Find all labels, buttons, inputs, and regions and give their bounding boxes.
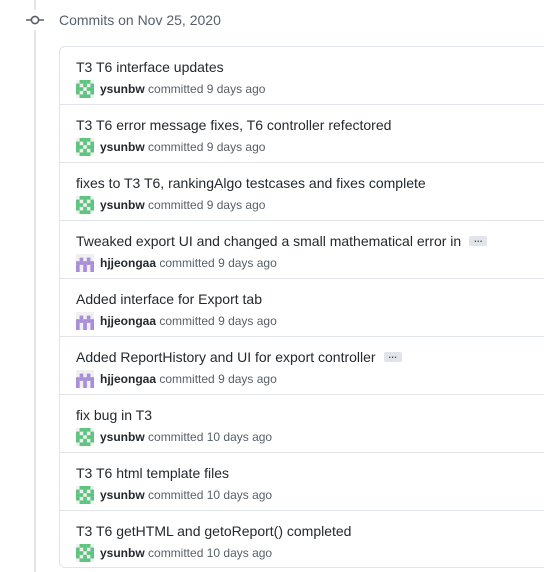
avatar[interactable]: [76, 543, 94, 562]
commit-relative-time: 9 days ago: [218, 314, 277, 328]
avatar[interactable]: [76, 427, 94, 446]
commit-title-container: Tweaked export UI and changed a small ma…: [76, 232, 488, 250]
expand-message-button[interactable]: …: [383, 351, 402, 363]
commit-verb: committed: [148, 140, 204, 154]
commit-author-link[interactable]: ysunbw: [100, 488, 145, 502]
commit-row: T3 T6 getHTML and getoReport() completed…: [60, 511, 544, 567]
commit-verb: committed: [148, 198, 204, 212]
commit-verb: committed: [148, 488, 204, 502]
commit-message-link[interactable]: Added ReportHistory and UI for export co…: [76, 349, 376, 365]
avatar[interactable]: [76, 79, 94, 98]
commit-message-link[interactable]: T3 T6 html template files: [76, 465, 229, 481]
commit-meta: hjjeongaa committed 9 days ago: [76, 369, 277, 389]
commit-group-header: Commits on Nov 25, 2020: [0, 0, 544, 40]
commit-meta: ysunbw committed 10 days ago: [76, 485, 272, 505]
commit-author-link[interactable]: ysunbw: [100, 430, 145, 444]
commit-meta: hjjeongaa committed 9 days ago: [76, 311, 277, 331]
commit-row: Added interface for Export tab hjjeongaa …: [60, 279, 544, 337]
git-commit-icon: [25, 10, 45, 30]
commit-title-container: T3 T6 getHTML and getoReport() completed: [76, 522, 351, 540]
commit-author-link[interactable]: hjjeongaa: [100, 256, 156, 270]
commit-row: fix bug in T3 ysunbw committed 10 days ag…: [60, 395, 544, 453]
commit-title-container: T3 T6 interface updates: [76, 58, 224, 76]
commit-meta: ysunbw committed 9 days ago: [76, 79, 265, 99]
commit-row: T3 T6 error message fixes, T6 controller…: [60, 105, 544, 163]
avatar[interactable]: [76, 311, 94, 330]
commit-title-container: Added ReportHistory and UI for export co…: [76, 348, 402, 366]
commit-message-link[interactable]: T3 T6 error message fixes, T6 controller…: [76, 117, 391, 133]
commit-meta: hjjeongaa committed 9 days ago: [76, 253, 277, 273]
commit-title-container: T3 T6 error message fixes, T6 controller…: [76, 116, 391, 134]
commit-meta: ysunbw committed 9 days ago: [76, 195, 265, 215]
avatar[interactable]: [76, 485, 94, 504]
commit-row: Tweaked export UI and changed a small ma…: [60, 221, 544, 279]
commit-verb: committed: [159, 256, 215, 270]
commit-relative-time: 9 days ago: [206, 140, 266, 154]
commit-verb: committed: [159, 314, 215, 328]
commit-verb: committed: [159, 372, 215, 386]
commit-meta: ysunbw committed 9 days ago: [76, 137, 265, 157]
commit-author-link[interactable]: ysunbw: [100, 546, 145, 560]
commit-row: T3 T6 interface updates ysunbw committed …: [60, 47, 544, 105]
avatar[interactable]: [76, 137, 94, 156]
commit-group-date: Commits on Nov 25, 2020: [59, 12, 221, 28]
commit-row: T3 T6 html template files ysunbw committe…: [60, 453, 544, 511]
commit-message-link[interactable]: fixes to T3 T6, rankingAlgo testcases an…: [76, 175, 426, 191]
commit-author-link[interactable]: ysunbw: [100, 140, 145, 154]
commit-row: Added ReportHistory and UI for export co…: [60, 337, 544, 395]
commit-title-container: Added interface for Export tab: [76, 290, 262, 308]
timeline-line: [34, 0, 36, 572]
expand-message-button[interactable]: …: [469, 235, 488, 247]
commit-relative-time: 9 days ago: [218, 256, 277, 270]
avatar[interactable]: [76, 253, 94, 272]
commit-relative-time: 10 days ago: [206, 546, 273, 560]
avatar[interactable]: [76, 369, 94, 388]
commit-verb: committed: [148, 82, 204, 96]
commit-message-link[interactable]: T3 T6 interface updates: [76, 59, 224, 75]
commit-title-container: fixes to T3 T6, rankingAlgo testcases an…: [76, 174, 426, 192]
commit-title-container: T3 T6 html template files: [76, 464, 229, 482]
avatar[interactable]: [76, 195, 94, 214]
commit-verb: committed: [148, 546, 204, 560]
commit-author-link[interactable]: ysunbw: [100, 82, 145, 96]
commit-relative-time: 10 days ago: [206, 430, 273, 444]
commit-relative-time: 10 days ago: [206, 488, 273, 502]
commit-meta: ysunbw committed 10 days ago: [76, 427, 272, 447]
commit-list: T3 T6 interface updates ysunbw committed …: [59, 46, 544, 568]
commit-row: fixes to T3 T6, rankingAlgo testcases an…: [60, 163, 544, 221]
commit-author-link[interactable]: ysunbw: [100, 198, 145, 212]
commit-message-link[interactable]: Added interface for Export tab: [76, 291, 262, 307]
commit-relative-time: 9 days ago: [206, 198, 266, 212]
commit-relative-time: 9 days ago: [218, 372, 277, 386]
commit-message-link[interactable]: T3 T6 getHTML and getoReport() completed: [76, 523, 351, 539]
commit-title-container: fix bug in T3: [76, 406, 152, 424]
commit-relative-time: 9 days ago: [206, 82, 266, 96]
commit-author-link[interactable]: hjjeongaa: [100, 372, 156, 386]
commit-author-link[interactable]: hjjeongaa: [100, 314, 156, 328]
commit-message-link[interactable]: Tweaked export UI and changed a small ma…: [76, 233, 461, 249]
commit-verb: committed: [148, 430, 204, 444]
commit-meta: ysunbw committed 10 days ago: [76, 543, 272, 563]
commit-message-link[interactable]: fix bug in T3: [76, 407, 152, 423]
